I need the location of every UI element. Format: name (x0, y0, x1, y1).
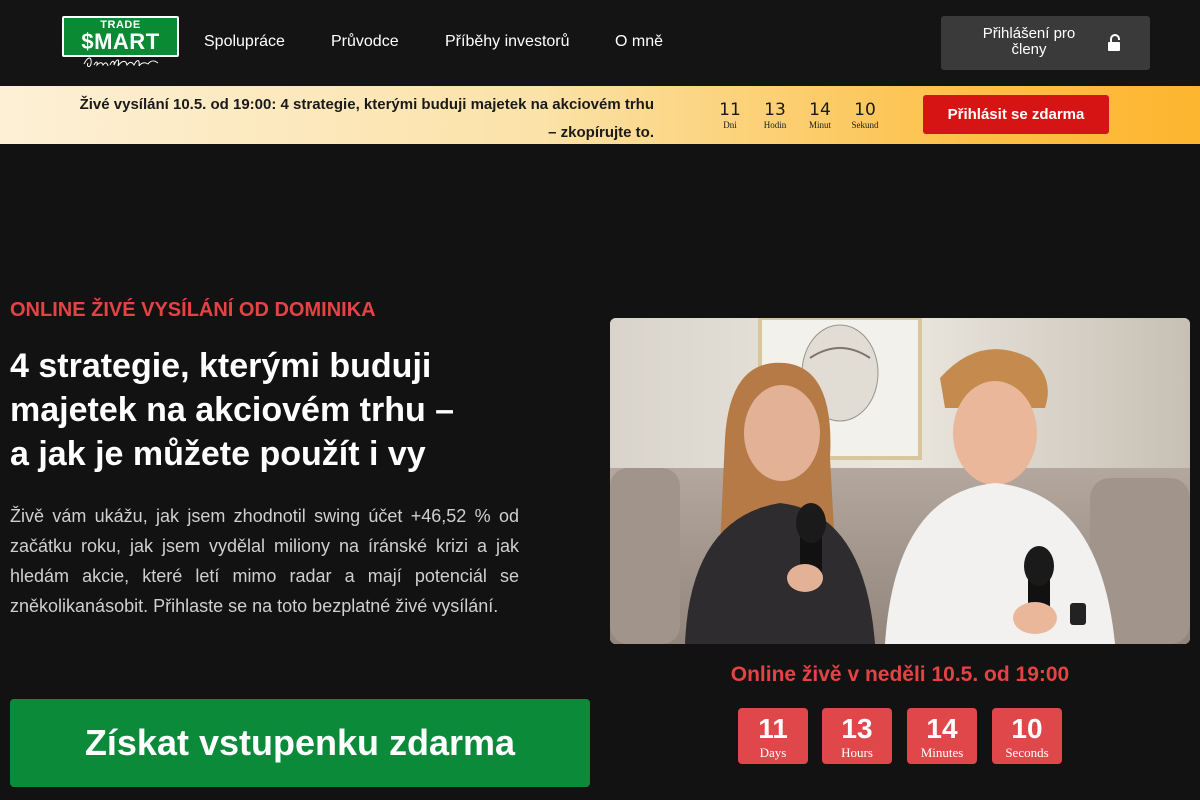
countdown-hours: 13 Hours (822, 708, 892, 764)
promo-countdown-label: Hodin (763, 120, 787, 130)
promo-countdown-days: 11 Dni (708, 100, 752, 130)
promo-countdown-value: 11 (719, 100, 741, 120)
live-date-label: Online živě v neděli 10.5. od 19:00 (730, 663, 1070, 686)
countdown-label: Days (759, 745, 787, 760)
nav-item-pruvodce[interactable]: Průvodce (331, 33, 399, 51)
countdown-label: Minutes (920, 745, 964, 760)
logo-badge: TRADE $MART (62, 16, 179, 57)
promo-text-line2: – zkopírujte to. (548, 124, 654, 141)
hero-headline: 4 strategie, kterými buduji majetek na a… (10, 344, 570, 476)
countdown-value: 13 (841, 713, 873, 744)
signature-icon (83, 57, 159, 67)
nav-item-pribehy-investoru[interactable]: Příběhy investorů (445, 33, 570, 51)
promo-countdown-value: 10 (854, 100, 876, 120)
countdown-minutes: 14 Minutes (907, 708, 977, 764)
nav-item-o-mne[interactable]: O mně (615, 33, 663, 51)
promo-text-line1: Živé vysílání 10.5. od 19:00: 4 strategi… (79, 96, 654, 113)
hero-description: Živě vám ukážu, jak jsem zhodnotil swing… (10, 506, 519, 616)
promo-countdown-label: Sekund (851, 120, 879, 130)
promo-signup-button[interactable]: Přihlásit se zdarma (923, 95, 1109, 134)
site-header: TRADE $MART Spolupráce Průvodce Příběhy … (0, 0, 1200, 86)
promo-countdown-minutes: 14 Minut (798, 100, 842, 130)
trade-smart-logo[interactable]: TRADE $MART (62, 16, 179, 72)
nav-item-spoluprace[interactable]: Spolupráce (204, 33, 285, 51)
promo-countdown-label: Minut (808, 120, 831, 130)
countdown-label: Seconds (1005, 745, 1049, 760)
promo-countdown-label: Dni (723, 120, 737, 130)
hero-headline-line1: 4 strategie, kterými buduji (10, 347, 432, 385)
promo-countdown-hours: 13 Hodin (753, 100, 797, 130)
countdown-seconds: 10 Seconds (992, 708, 1062, 764)
promo-countdown-value: 14 (809, 100, 831, 120)
unlock-icon (1108, 34, 1120, 51)
countdown-days: 11 Days (738, 708, 808, 764)
hosts-photo (610, 318, 1190, 644)
member-login-label: Přihlášení pro členy (982, 25, 1076, 58)
countdown-value: 10 (1011, 713, 1043, 744)
logo-main-text: $MART (81, 29, 160, 54)
member-login-button[interactable]: Přihlášení pro členy (941, 16, 1150, 70)
hero-eyebrow: ONLINE ŽIVÉ VYSÍLÁNÍ OD DOMINIKA (10, 299, 376, 321)
promo-text: Živé vysílání 10.5. od 19:00: 4 strategi… (40, 91, 654, 147)
countdown-value: 11 (758, 713, 788, 744)
get-free-ticket-button[interactable]: Získat vstupenku zdarma (10, 699, 590, 787)
hosts-photo-illustration (610, 318, 1190, 644)
hero-headline-line2: majetek na akciovém trhu – (10, 391, 455, 429)
countdown-label: Hours (841, 745, 873, 760)
promo-countdown-value: 13 (764, 100, 786, 120)
promo-countdown-seconds: 10 Sekund (843, 100, 887, 130)
countdown-value: 14 (926, 713, 958, 744)
hero-headline-line3: a jak je můžete použít i vy (10, 435, 426, 473)
